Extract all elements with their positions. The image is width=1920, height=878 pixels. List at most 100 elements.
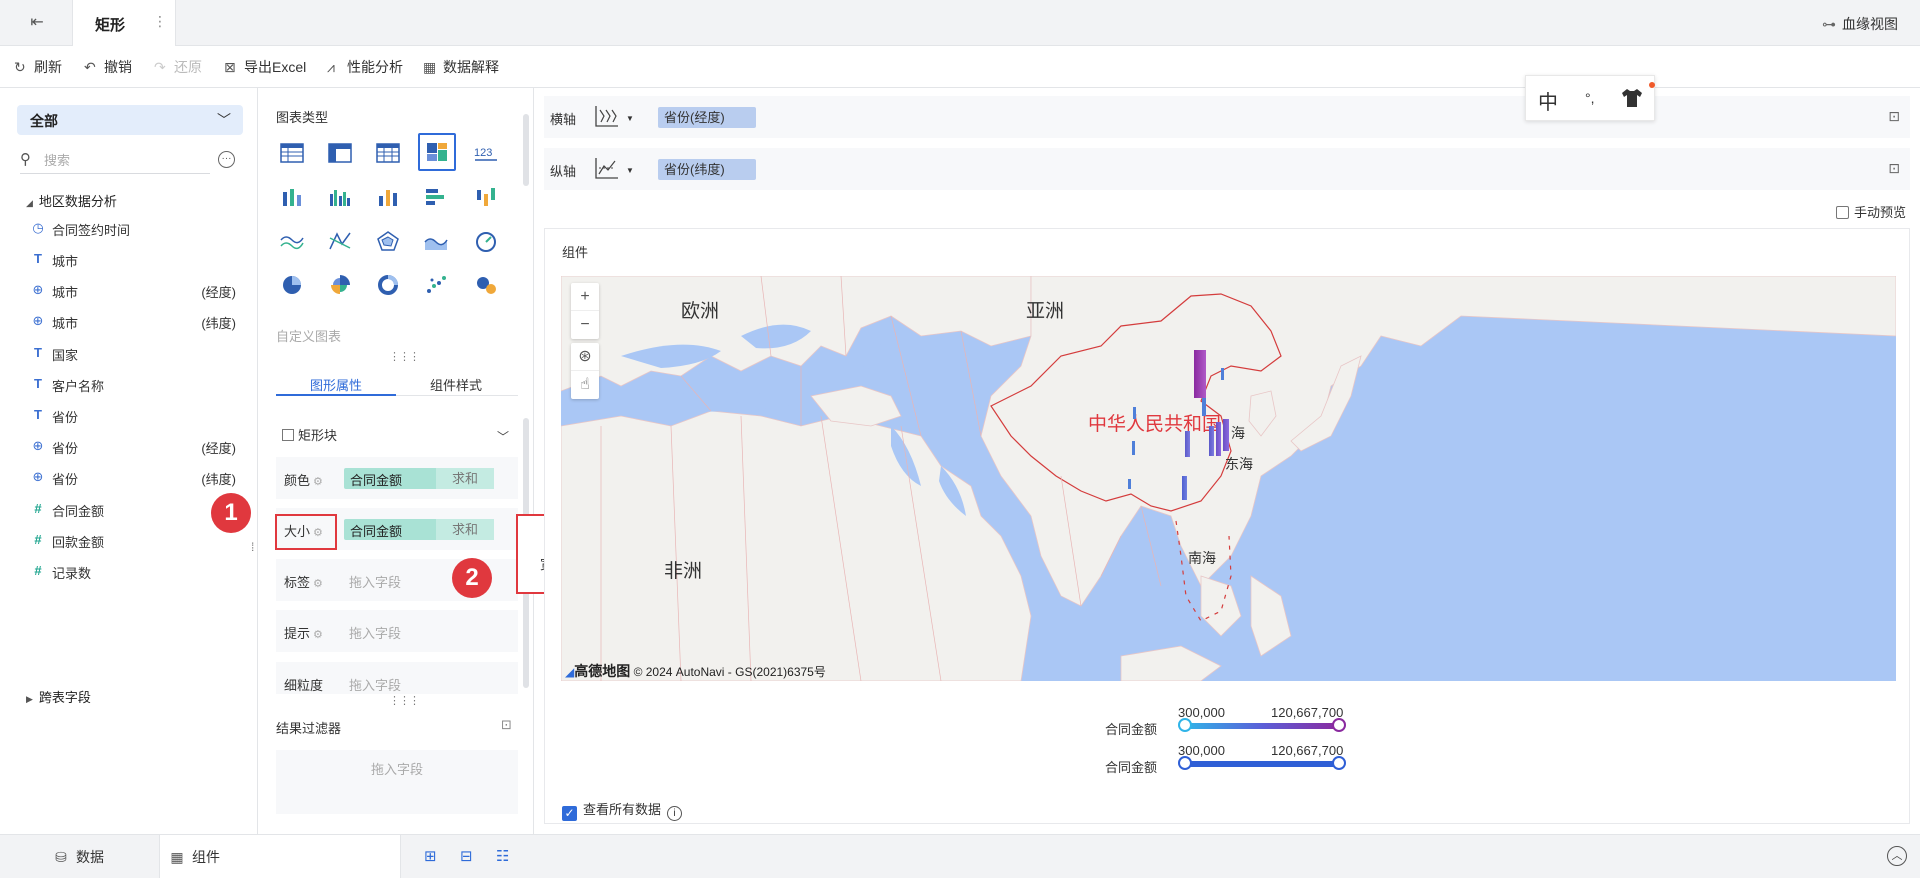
view-all-data-toggle[interactable]: ✓ 查看所有数据 i — [562, 799, 683, 821]
tab-rectangle[interactable]: 矩形 ⋮ — [72, 0, 176, 46]
drop-field-placeholder[interactable]: 拖入字段 — [349, 675, 401, 694]
field-item[interactable]: # 回款金额 — [30, 529, 240, 553]
aggregation-label[interactable]: 求和 — [436, 468, 494, 489]
gear-icon[interactable]: ⚙ — [313, 476, 323, 488]
info-icon[interactable]: i — [667, 806, 683, 821]
chart-type-area-icon[interactable] — [419, 224, 453, 258]
chart-type-scrollbar[interactable] — [523, 114, 529, 186]
field-item[interactable]: T 国家 — [30, 342, 240, 366]
field-item[interactable]: ◷ 合同签约时间 — [30, 217, 240, 241]
scope-select[interactable]: 全部 ﹀ — [17, 105, 243, 135]
search-input[interactable] — [44, 150, 204, 170]
chart-type-table-icon[interactable] — [275, 136, 309, 170]
panel-resize-handle[interactable]: ⁞ — [251, 540, 254, 554]
chart-type-pie-icon[interactable] — [275, 268, 309, 302]
chart-type-radar-icon[interactable] — [371, 224, 405, 258]
result-filter-drop-zone[interactable]: 拖入字段 — [276, 750, 518, 814]
y-axis-field-pill[interactable]: 省份(纬度) — [658, 159, 756, 180]
lineage-view-button[interactable]: ⊶ 血缘视图 — [1822, 14, 1898, 34]
lock-icon[interactable]: ⊡ — [501, 717, 512, 733]
axis-x-icon[interactable] — [592, 104, 620, 130]
chart-type-scatter-icon[interactable] — [419, 268, 453, 302]
rect-block-toggle[interactable]: 矩形块 — [282, 425, 337, 444]
refresh-button[interactable]: ↻ 刷新 — [14, 57, 62, 77]
section-resize-handle[interactable]: ⋮⋮⋮ — [389, 694, 420, 707]
drop-field-placeholder[interactable]: 拖入字段 — [349, 623, 401, 642]
manual-preview-checkbox[interactable] — [1836, 206, 1849, 219]
chart-type-rectangle-icon[interactable] — [418, 133, 456, 171]
chart-type-pivot-icon[interactable] — [323, 136, 357, 170]
legend-size-max-handle[interactable] — [1332, 756, 1346, 770]
performance-analysis-button[interactable]: ⩘ 性能分析 — [327, 57, 403, 77]
field-item[interactable]: T 客户名称 — [30, 373, 240, 397]
more-options-icon[interactable]: ··· — [218, 151, 235, 168]
more-vertical-icon[interactable]: ⋮ — [153, 13, 167, 30]
field-item[interactable]: T 城市 — [30, 248, 240, 272]
field-item[interactable]: ⊕ 省份 (纬度) — [30, 466, 240, 490]
axis-y-icon[interactable] — [592, 156, 620, 182]
export-excel-button[interactable]: ⊠ 导出Excel — [224, 57, 306, 77]
field-item[interactable]: # 合同金额 — [30, 498, 240, 522]
field-item[interactable]: ⊕ 省份 (经度) — [30, 435, 240, 459]
attr-granularity[interactable]: 细粒度 拖入字段 — [276, 662, 518, 694]
chart-type-scatter-line-icon[interactable] — [323, 224, 357, 258]
color-field-pill[interactable]: 合同金额 求和 — [344, 468, 494, 489]
add-component-icon[interactable]: ⊞ — [424, 847, 437, 865]
field-item[interactable]: # 记录数 — [30, 560, 240, 584]
caret-down-icon[interactable]: ▼ — [626, 166, 634, 175]
x-axis-field-pill[interactable]: 省份(经度) — [658, 107, 756, 128]
exit-icon[interactable]: ⇤ — [26, 12, 48, 34]
chart-type-column-icon[interactable] — [371, 180, 405, 214]
chevron-down-icon[interactable]: ﹀ — [497, 428, 509, 445]
skin-shirt-icon[interactable] — [1620, 87, 1644, 115]
legend-size-min-handle[interactable] — [1178, 756, 1192, 770]
chart-type-stacked-column-icon[interactable] — [275, 180, 309, 214]
chart-type-detail-table-icon[interactable] — [371, 136, 405, 170]
redo-button[interactable]: ↷ 还原 — [154, 57, 202, 77]
undo-button[interactable]: ↶ 撤销 — [84, 57, 132, 77]
gear-icon[interactable]: ⚙ — [313, 578, 323, 590]
map-view[interactable]: 欧洲 亚洲 非洲 中华人民共和国 海 东海 南海 + − ⊛ ☝ ◢高德地图 ©… — [561, 276, 1896, 681]
collapse-up-icon[interactable]: ︿ — [1887, 846, 1907, 866]
chart-type-bar-icon[interactable] — [419, 180, 453, 214]
chart-type-gauge-icon[interactable] — [469, 224, 503, 258]
chart-type-rose-pie-icon[interactable] — [323, 268, 357, 302]
tree-folder-cross-table[interactable]: ▶ 跨表字段 — [26, 687, 91, 706]
zoom-in-icon[interactable]: + — [571, 283, 599, 311]
ime-language-toggle[interactable]: 中 — [1538, 86, 1558, 115]
chart-type-range-column-icon[interactable] — [469, 180, 503, 214]
x-axis-row[interactable]: 横轴 ▼ 省份(经度) ⊡ — [544, 96, 1910, 138]
manual-preview-toggle[interactable]: 手动预览 — [1836, 202, 1906, 221]
tree-folder-region-analysis[interactable]: ◢ 地区数据分析 — [26, 191, 117, 210]
gear-icon[interactable]: ⚙ — [313, 629, 323, 641]
add-dashboard-icon[interactable]: ⊟ — [460, 847, 473, 865]
attr-tooltip[interactable]: 提示 ⚙ 拖入字段 — [276, 610, 518, 652]
rect-block-checkbox[interactable] — [282, 429, 294, 441]
chart-type-kpi-icon[interactable]: 123 — [469, 136, 503, 170]
lock-icon[interactable]: ⊡ — [1888, 160, 1900, 177]
field-item[interactable]: T 省份 — [30, 404, 240, 428]
chart-type-donut-icon[interactable] — [371, 268, 405, 302]
drop-field-placeholder[interactable]: 拖入字段 — [349, 572, 401, 591]
chart-type-grouped-column-icon[interactable] — [323, 180, 357, 214]
chart-type-bubble-icon[interactable] — [469, 268, 503, 302]
section-resize-handle[interactable]: ⋮⋮⋮ — [389, 350, 420, 363]
ime-punctuation-toggle[interactable]: °, — [1585, 90, 1595, 106]
data-explain-button[interactable]: ▦ 数据解释 — [423, 57, 499, 77]
aggregation-label[interactable]: 求和 — [436, 519, 494, 540]
field-item[interactable]: ⊕ 城市 (纬度) — [30, 310, 240, 334]
pan-hand-icon[interactable]: ☝ — [571, 371, 599, 399]
legend-color-max-handle[interactable] — [1332, 718, 1346, 732]
tab-component-style[interactable]: 组件样式 — [430, 375, 482, 394]
custom-chart-link[interactable]: 自定义图表 — [276, 326, 341, 345]
y-axis-row[interactable]: 纵轴 ▼ 省份(纬度) ⊡ — [544, 148, 1910, 190]
tab-component[interactable]: ▦ 组件 — [159, 835, 401, 878]
legend-color-min-handle[interactable] — [1178, 718, 1192, 732]
chart-type-line-icon[interactable] — [275, 224, 309, 258]
tab-shape-properties[interactable]: 图形属性 — [310, 375, 362, 394]
caret-down-icon[interactable]: ▼ — [626, 114, 634, 123]
lasso-select-icon[interactable]: ⊛ — [571, 343, 599, 371]
attr-color[interactable]: 颜色 ⚙ 合同金额 求和 — [276, 457, 518, 499]
tab-data[interactable]: ⛁ 数据 — [52, 835, 156, 878]
view-all-checkbox[interactable]: ✓ — [562, 806, 577, 821]
